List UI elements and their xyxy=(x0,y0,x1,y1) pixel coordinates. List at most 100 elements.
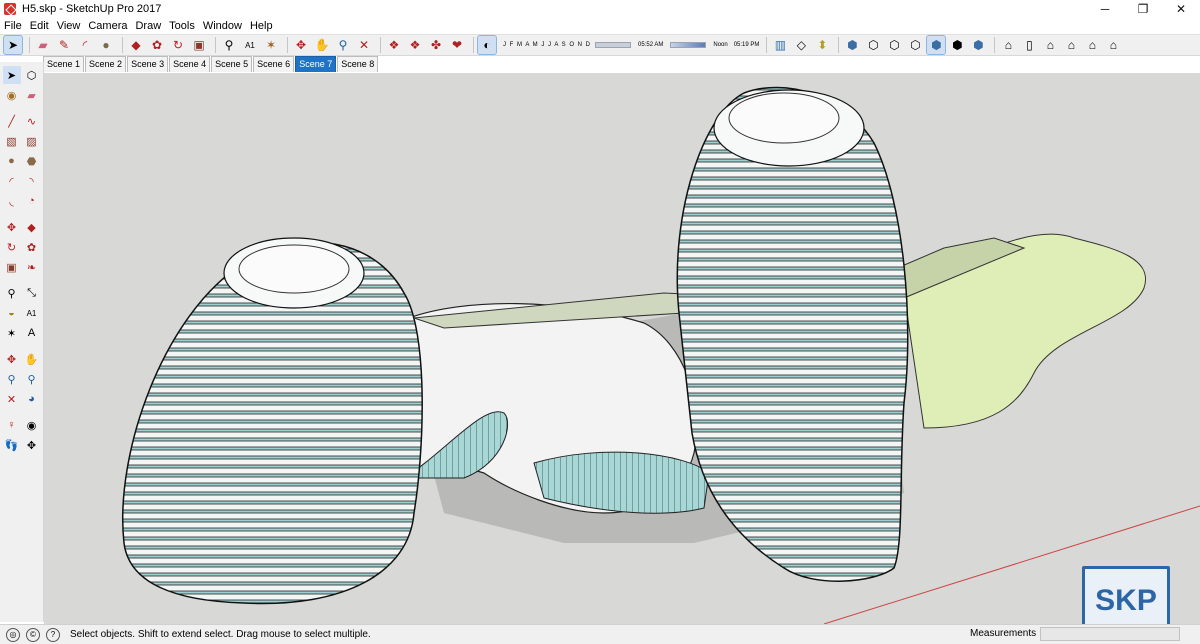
arc-tool-icon[interactable]: ◜ xyxy=(76,36,94,54)
view-front-icon[interactable]: ⌂ xyxy=(1041,36,1059,54)
rotate-icon[interactable]: ↻ xyxy=(3,238,21,256)
eraser-tool-icon[interactable]: ▰ xyxy=(34,36,52,54)
rotate-tool-icon[interactable]: ↻ xyxy=(169,36,187,54)
zoom-icon[interactable]: ⚲ xyxy=(3,370,21,388)
shadow-time-slider-noon[interactable] xyxy=(670,42,707,48)
geo-location-icon[interactable]: ◎ xyxy=(6,627,20,642)
menu-window[interactable]: Window xyxy=(203,20,242,32)
tab-scene-1[interactable]: Scene 1 xyxy=(43,56,85,72)
component-icon[interactable]: ❤ xyxy=(448,36,466,54)
scale-tool-icon[interactable]: ▣ xyxy=(190,36,208,54)
style-monochrome-icon[interactable]: ⬢ xyxy=(969,36,987,54)
walk-icon[interactable]: 👣 xyxy=(3,436,21,454)
style-textured-icon[interactable]: ⬢ xyxy=(948,36,966,54)
zoom-extents-icon[interactable]: ✕ xyxy=(355,36,373,54)
text-icon[interactable]: A1 xyxy=(23,304,41,322)
look-around-icon[interactable]: ◉ xyxy=(23,416,41,434)
eraser-icon[interactable]: ▰ xyxy=(23,86,41,104)
tape-measure-icon[interactable]: ⚲ xyxy=(3,284,21,302)
view-right-icon[interactable]: ⌂ xyxy=(1062,36,1080,54)
tape-measure-icon[interactable]: ⚲ xyxy=(220,36,238,54)
circle-icon[interactable]: ● xyxy=(3,152,21,170)
axes-tool-icon[interactable]: ✶ xyxy=(262,36,280,54)
style-back-edges-icon[interactable]: ⬡ xyxy=(864,36,882,54)
orbit-tool-icon[interactable]: ✥ xyxy=(292,36,310,54)
protractor-icon[interactable]: ◒ xyxy=(3,304,21,322)
position-camera-icon[interactable]: ♀ xyxy=(3,416,21,434)
select-icon[interactable]: ➤ xyxy=(2,66,21,84)
freehand-icon[interactable]: ∿ xyxy=(23,112,41,130)
menu-file[interactable]: File xyxy=(4,20,22,32)
view-top-icon[interactable]: ▯ xyxy=(1020,36,1038,54)
section-icon[interactable]: ⬍ xyxy=(813,36,831,54)
follow-me-icon[interactable]: ✿ xyxy=(23,238,41,256)
view-back-icon[interactable]: ⌂ xyxy=(1083,36,1101,54)
view-iso-icon[interactable]: ⌂ xyxy=(999,36,1017,54)
two-point-arc-icon[interactable]: ◝ xyxy=(23,172,41,190)
pencil-tool-icon[interactable]: ✎ xyxy=(55,36,73,54)
credits-icon[interactable]: © xyxy=(26,627,40,642)
menu-camera[interactable]: Camera xyxy=(88,20,127,32)
tab-scene-3[interactable]: Scene 3 xyxy=(127,56,169,72)
pan-icon[interactable]: ✋ xyxy=(23,350,41,368)
share-model-icon[interactable]: ❖ xyxy=(406,36,424,54)
menu-draw[interactable]: Draw xyxy=(135,20,161,32)
offset-icon[interactable]: ❧ xyxy=(23,258,41,276)
polygon-icon[interactable]: ⬣ xyxy=(23,152,41,170)
style-wireframe-icon[interactable]: ⬡ xyxy=(885,36,903,54)
scale-icon[interactable]: ▣ xyxy=(3,258,21,276)
instructor-icon[interactable]: ? xyxy=(46,627,60,642)
rotated-rectangle-icon[interactable]: ▨ xyxy=(23,132,41,150)
layout-icon[interactable]: ▥ xyxy=(771,36,789,54)
extension-warehouse-icon[interactable]: ✤ xyxy=(427,36,445,54)
xray-icon[interactable]: ◇ xyxy=(792,36,810,54)
modeling-viewport[interactable] xyxy=(44,73,1200,624)
zoom-extents-icon[interactable]: ✕ xyxy=(3,390,21,408)
follow-me-tool-icon[interactable]: ✿ xyxy=(148,36,166,54)
style-shaded-icon[interactable]: ⬢ xyxy=(926,35,947,55)
style-xray-icon[interactable]: ⬢ xyxy=(843,36,861,54)
tab-scene-6[interactable]: Scene 6 xyxy=(253,56,295,72)
three-point-arc-icon[interactable]: ◟ xyxy=(3,192,21,210)
shadow-months[interactable]: J F M A M J J A S O N D xyxy=(503,37,591,53)
axes-icon[interactable]: ✶ xyxy=(3,324,21,342)
section-plane-icon[interactable]: ✥ xyxy=(23,436,41,454)
tab-scene-5[interactable]: Scene 5 xyxy=(211,56,253,72)
arc-icon[interactable]: ◜ xyxy=(3,172,21,190)
tab-scene-2[interactable]: Scene 2 xyxy=(85,56,127,72)
menu-view[interactable]: View xyxy=(57,20,81,32)
push-pull-tool-icon[interactable]: ◆ xyxy=(127,36,145,54)
measurements-input[interactable] xyxy=(1040,627,1180,641)
zoom-tool-icon[interactable]: ⚲ xyxy=(334,36,352,54)
minimize-button[interactable]: ─ xyxy=(1086,0,1124,18)
text-tool-icon[interactable]: A1 xyxy=(241,36,259,54)
select-tool-icon[interactable]: ➤ xyxy=(3,35,23,55)
shadow-time-slider[interactable] xyxy=(595,42,632,48)
warehouse-icon[interactable]: ❖ xyxy=(385,36,403,54)
tab-scene-8[interactable]: Scene 8 xyxy=(337,56,379,72)
pan-tool-icon[interactable]: ✋ xyxy=(313,36,331,54)
shadows-toggle-icon[interactable]: ◐ xyxy=(477,35,497,55)
style-hidden-line-icon[interactable]: ⬡ xyxy=(906,36,924,54)
orbit-icon[interactable]: ✥ xyxy=(3,350,21,368)
paint-bucket-icon[interactable]: ◉ xyxy=(3,86,21,104)
move-icon[interactable]: ✥ xyxy=(3,218,21,236)
push-pull-icon[interactable]: ◆ xyxy=(23,218,41,236)
line-icon[interactable]: ╱ xyxy=(3,112,21,130)
maximize-button[interactable]: ❐ xyxy=(1124,0,1162,18)
close-button[interactable]: ✕ xyxy=(1162,0,1200,18)
view-left-icon[interactable]: ⌂ xyxy=(1104,36,1122,54)
tab-scene-7[interactable]: Scene 7 xyxy=(295,56,337,72)
make-component-icon[interactable]: ⬡ xyxy=(23,66,41,84)
previous-view-icon[interactable]: ◕ xyxy=(23,390,41,408)
3d-text-icon[interactable]: A xyxy=(23,324,41,342)
zoom-window-icon[interactable]: ⚲ xyxy=(23,370,41,388)
shape-tool-icon[interactable]: ● xyxy=(97,36,115,54)
menu-tools[interactable]: Tools xyxy=(169,20,195,32)
tab-scene-4[interactable]: Scene 4 xyxy=(169,56,211,72)
pie-icon[interactable]: ◔ xyxy=(23,192,41,210)
rectangle-icon[interactable]: ▧ xyxy=(3,132,21,150)
menu-edit[interactable]: Edit xyxy=(30,20,49,32)
menu-help[interactable]: Help xyxy=(250,20,273,32)
dimension-icon[interactable]: ⤡ xyxy=(23,284,41,302)
